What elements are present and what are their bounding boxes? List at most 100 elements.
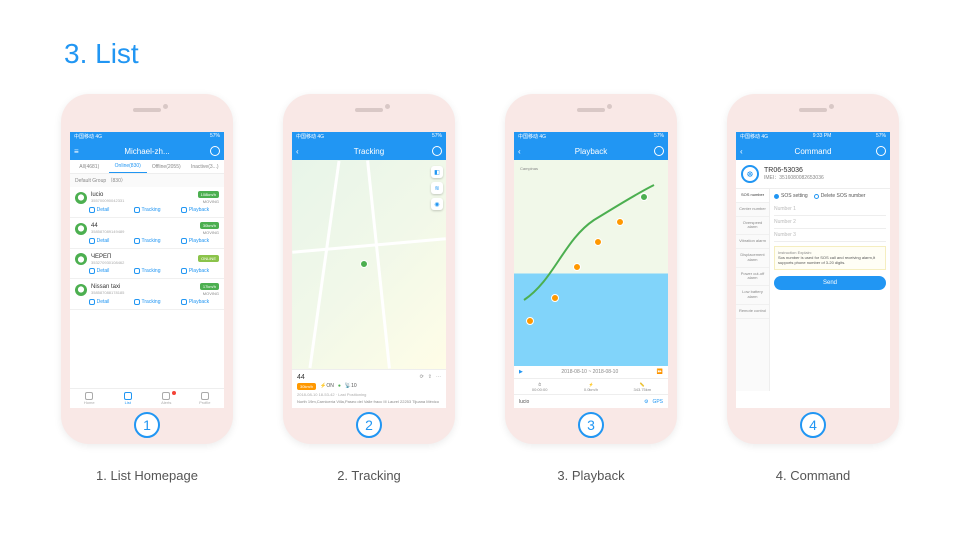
sidebar-item-sos-number[interactable]: SOS number xyxy=(736,189,769,203)
tab-all[interactable]: All(4681) xyxy=(70,160,109,173)
radio-sos-setting[interactable]: SOS setting xyxy=(774,193,808,199)
header-action-icon[interactable] xyxy=(432,146,442,156)
caption-4: 4. Command xyxy=(776,468,850,483)
action-tracking[interactable]: Tracking xyxy=(123,238,171,244)
route-point[interactable] xyxy=(551,294,559,302)
playback-map[interactable]: Campinas xyxy=(514,160,668,366)
tab-inactive[interactable]: Inactive(3...) xyxy=(186,160,225,173)
header: ‹ Playback xyxy=(514,142,668,160)
route-point[interactable] xyxy=(616,218,624,226)
car-icon: ⬤ xyxy=(75,284,87,296)
header-title: Tracking xyxy=(354,147,384,156)
action-detail[interactable]: Detail xyxy=(75,299,123,305)
header-action-icon[interactable] xyxy=(876,146,886,156)
tracking-map[interactable]: ◧ ≋ ◉ xyxy=(292,160,446,369)
caption-2: 2. Tracking xyxy=(337,468,401,483)
device-header: ☸ TR06-53036 IMEI：3516080082653036 xyxy=(736,160,890,189)
playback-footer: lucio ⚙ GPS xyxy=(514,394,668,408)
device-imei: 358587088178185 xyxy=(91,290,200,295)
refresh-icon[interactable]: ⟳ xyxy=(420,374,424,380)
header-title: Playback xyxy=(575,147,607,156)
action-detail[interactable]: Detail xyxy=(75,238,123,244)
gps-link[interactable]: GPS xyxy=(652,399,663,405)
header-action-icon[interactable] xyxy=(654,146,664,156)
caption-3: 3. Playback xyxy=(557,468,624,483)
tracking-icon xyxy=(134,299,140,305)
car-icon: ⬤ xyxy=(75,223,87,235)
device-name: 44 xyxy=(297,374,305,381)
input-number-3[interactable]: Number 3 xyxy=(774,229,886,242)
sidebar-item-low-battery-alarm[interactable]: Low battery alarm xyxy=(736,286,769,305)
play-icon[interactable]: ▶ xyxy=(519,369,523,375)
back-icon[interactable]: ‹ xyxy=(518,147,521,156)
home-button-1[interactable]: 1 xyxy=(134,412,160,438)
device-name: TR06-53036 xyxy=(764,167,824,174)
more-icon[interactable]: ⋯ xyxy=(436,374,441,380)
action-playback[interactable]: Playback xyxy=(171,207,219,213)
home-icon xyxy=(85,392,93,400)
group-header[interactable]: Default Group （830） xyxy=(70,174,224,187)
route-point[interactable] xyxy=(526,317,534,325)
address: North 19m,Carnicería Villa,Paseo del Val… xyxy=(297,399,441,404)
nav-home[interactable]: Home xyxy=(70,389,109,408)
sidebar-item-overspeed-alarm[interactable]: Overspeed alarm xyxy=(736,217,769,236)
nav-list[interactable]: List xyxy=(109,389,148,408)
action-tracking[interactable]: Tracking xyxy=(123,207,171,213)
caption-1: 1. List Homepage xyxy=(96,468,198,483)
bottom-nav: Home List Alerts Profile xyxy=(70,388,224,408)
action-detail[interactable]: Detail xyxy=(75,207,123,213)
detail-icon xyxy=(89,299,95,305)
home-button-3[interactable]: 3 xyxy=(578,412,604,438)
alert-dot xyxy=(172,391,176,395)
settings-icon[interactable]: ⚙ xyxy=(644,399,648,405)
tab-online[interactable]: Online(830) xyxy=(109,160,148,173)
header-action-icon[interactable] xyxy=(210,146,220,156)
action-playback[interactable]: Playback xyxy=(171,238,219,244)
route-point[interactable] xyxy=(573,263,581,271)
sidebar-item-power-cut-off-alarm[interactable]: Power cut-off alarm xyxy=(736,268,769,287)
sidebar-item-displacement-alarm[interactable]: Displacement alarm xyxy=(736,249,769,268)
tab-offline[interactable]: Offline(2055) xyxy=(147,160,186,173)
switch-on[interactable]: ● xyxy=(338,383,341,389)
tracking-info-panel: 44 ⟳ ⇪ ⋯ 30km/h ⚡ON ● 📡10 2018-08-10 18-… xyxy=(292,369,446,408)
date-range[interactable]: 2018-08-10 ~ 2018-08-10 xyxy=(526,369,654,375)
menu-icon[interactable]: ≡ xyxy=(74,147,79,156)
input-number-2[interactable]: Number 2 xyxy=(774,216,886,229)
map-street-icon[interactable]: ◉ xyxy=(431,198,443,210)
map-layers-icon[interactable]: ◧ xyxy=(431,166,443,178)
device-card[interactable]: ⬤Nissan taxi35858708817818517km/hMOVINGD… xyxy=(70,279,224,310)
stat-time: ⏱00:00:00 xyxy=(514,379,565,394)
device-card[interactable]: ⬤lucio355700090042331108km/hMOVINGDetail… xyxy=(70,187,224,218)
action-playback[interactable]: Playback xyxy=(171,299,219,305)
screen-list: 中国移动 4G57% ≡ Michael-zh... All(4681) Onl… xyxy=(70,132,224,408)
nav-alerts[interactable]: Alerts xyxy=(147,389,186,408)
command-sidebar: SOS numberCenter numberOverspeed alarmVi… xyxy=(736,189,770,391)
input-number-1[interactable]: Number 1 xyxy=(774,203,886,216)
nav-profile[interactable]: Profile xyxy=(186,389,225,408)
playback-icon xyxy=(181,238,187,244)
action-tracking[interactable]: Tracking xyxy=(123,268,171,274)
map-label: Campinas xyxy=(520,166,538,171)
action-detail[interactable]: Detail xyxy=(75,268,123,274)
send-button[interactable]: Send xyxy=(774,276,886,290)
device-card[interactable]: ⬤4435858708914948930km/hMOVINGDetailTrac… xyxy=(70,218,224,249)
action-playback[interactable]: Playback xyxy=(171,268,219,274)
back-icon[interactable]: ‹ xyxy=(296,147,299,156)
radio-delete-sos[interactable]: Delete SOS number xyxy=(814,193,866,199)
device-tabs: All(4681) Online(830) Offline(2055) Inac… xyxy=(70,160,224,174)
device-card[interactable]: ⬤ЧЕРЕП353270930108462ONLINEDetailTrackin… xyxy=(70,249,224,279)
map-traffic-icon[interactable]: ≋ xyxy=(431,182,443,194)
header: ‹ Tracking xyxy=(292,142,446,160)
device-pin[interactable] xyxy=(360,260,368,268)
speed-icon[interactable]: ⏩ xyxy=(657,369,663,375)
sidebar-item-center-number[interactable]: Center number xyxy=(736,203,769,217)
home-button-2[interactable]: 2 xyxy=(356,412,382,438)
sidebar-item-vibration-alarm[interactable]: Vibration alarm xyxy=(736,235,769,249)
share-icon[interactable]: ⇪ xyxy=(428,374,432,380)
car-icon: ⬤ xyxy=(75,253,87,265)
back-icon[interactable]: ‹ xyxy=(740,147,743,156)
action-tracking[interactable]: Tracking xyxy=(123,299,171,305)
list-icon xyxy=(124,392,132,400)
home-button-4[interactable]: 4 xyxy=(800,412,826,438)
sidebar-item-remote-control[interactable]: Remote control xyxy=(736,305,769,319)
